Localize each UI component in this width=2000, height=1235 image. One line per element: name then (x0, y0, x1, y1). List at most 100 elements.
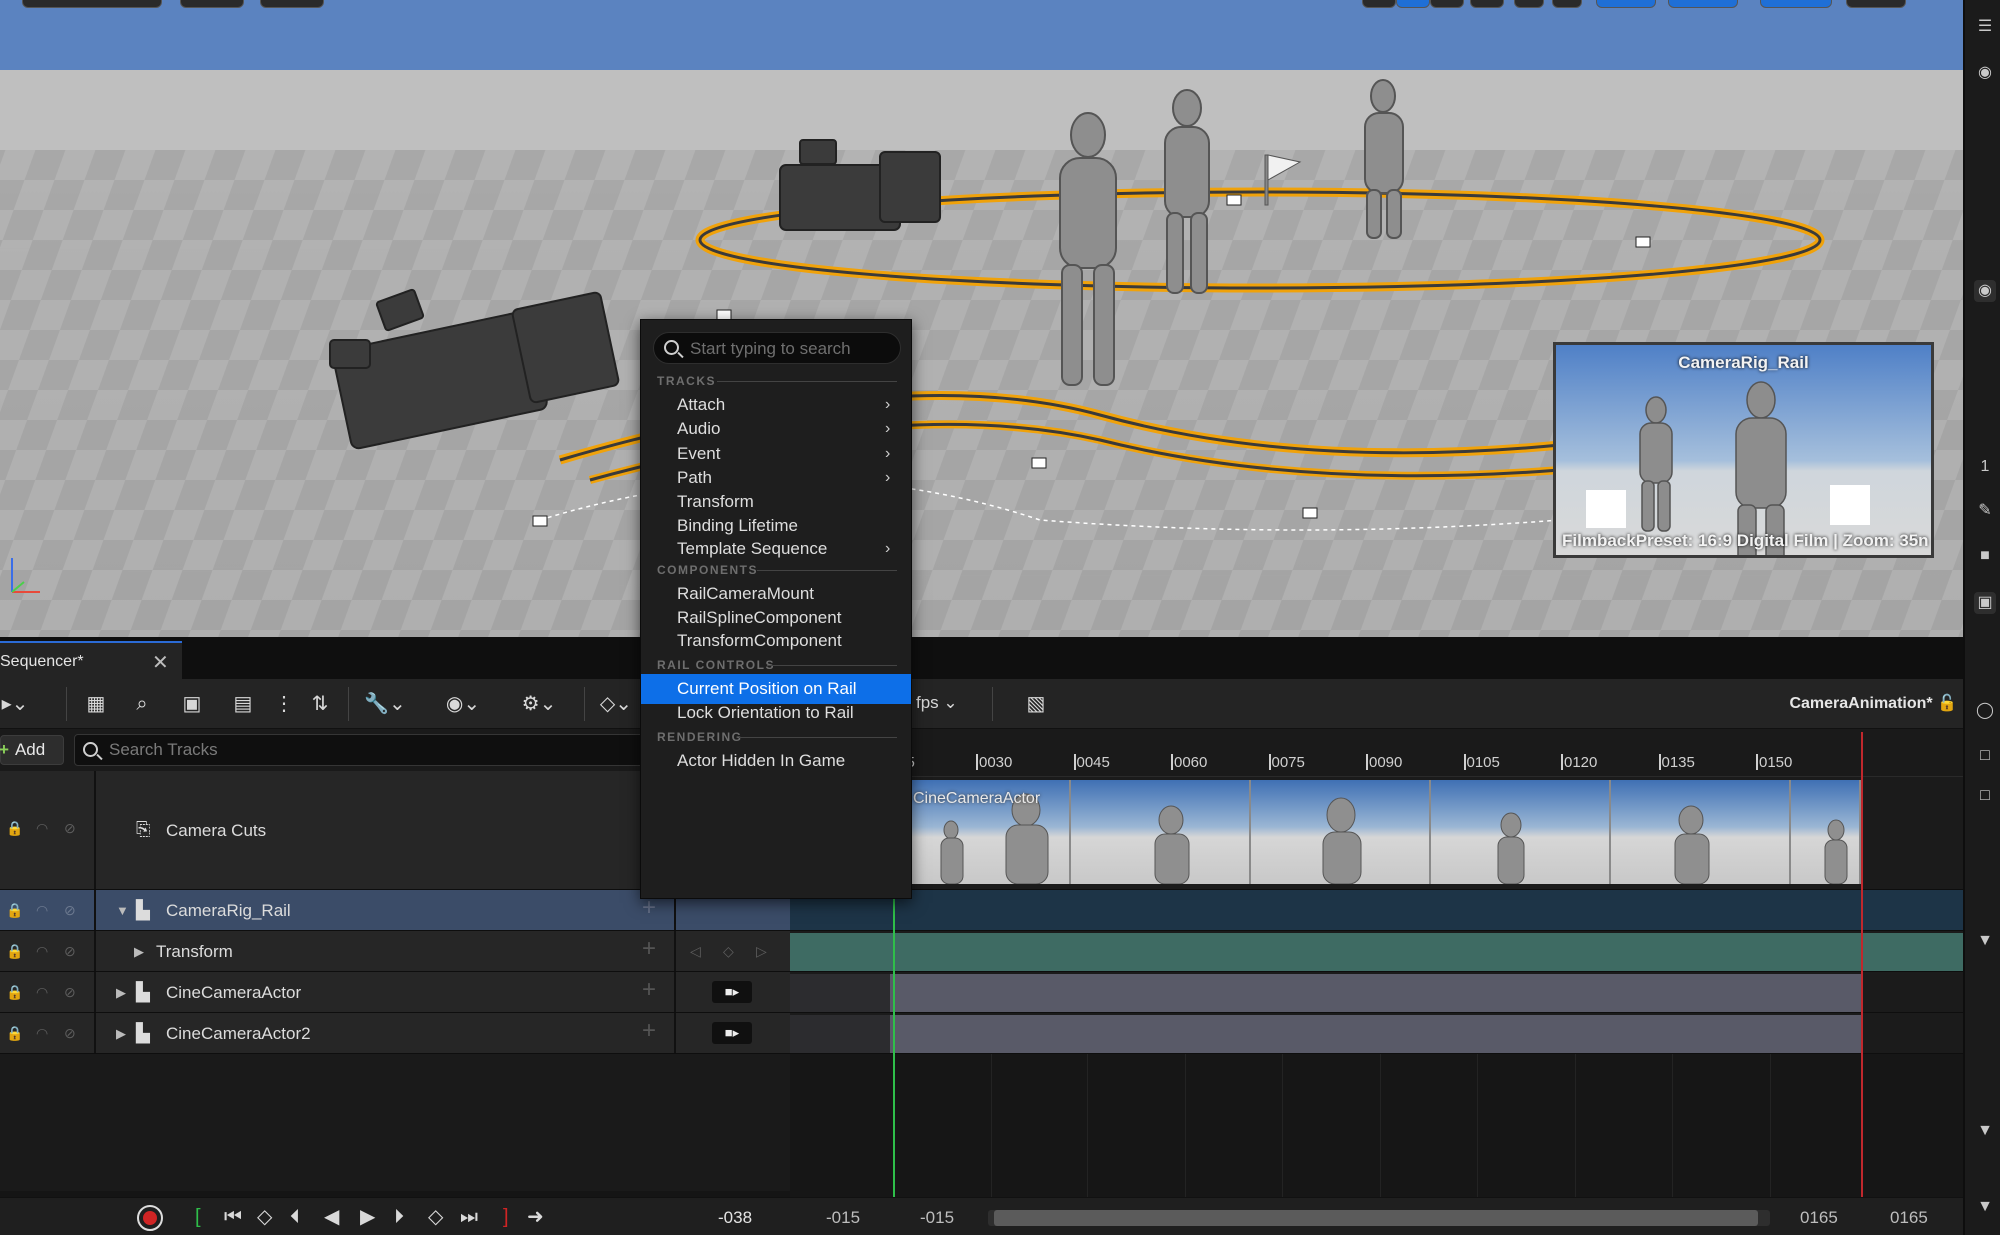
track-area[interactable]: CineCameraActor (790, 732, 1963, 1197)
add-key-icon[interactable]: + (642, 935, 656, 963)
level-viewport[interactable]: CameraRig_Rail FilmbackPreset: 16:9 Digi… (0, 0, 1963, 637)
viewport-rotate-snap[interactable] (1668, 0, 1738, 8)
viewport-camera-speed[interactable] (1846, 0, 1906, 8)
square-icon[interactable]: ■ (1974, 545, 1996, 567)
find-in-browser-icon[interactable]: ⌕ (128, 691, 156, 717)
cinecamera-section[interactable] (890, 974, 1861, 1012)
viewport-lit-button[interactable] (260, 0, 324, 8)
box-icon[interactable]: □ (1974, 745, 1996, 767)
menu-item-template-sequence[interactable]: Template Sequence › (641, 534, 911, 564)
working-range-start[interactable]: -015 (920, 1208, 954, 1228)
viewport-perspective-button[interactable] (180, 0, 244, 8)
add-key-diamond-icon[interactable]: ◇ (723, 943, 734, 960)
search-tracks-input[interactable] (109, 740, 709, 760)
lock-icon[interactable]: 🔒 (6, 902, 23, 919)
key-diamond-icon[interactable]: ◇⌄ (596, 691, 636, 717)
box-icon-2[interactable]: □ (1974, 785, 1996, 807)
playback-end-marker[interactable] (1861, 732, 1863, 1197)
cinecamera-lane[interactable] (790, 972, 1963, 1013)
cinecamera2-section[interactable] (890, 1015, 1861, 1053)
menu-item-transformcomponent[interactable]: TransformComponent (641, 626, 911, 656)
panel-icon[interactable]: ▣ (1974, 592, 1996, 614)
scroll-down-icon[interactable]: ▼ (1974, 930, 1996, 952)
scroll-down-icon-2[interactable]: ▼ (1974, 1120, 1996, 1142)
working-range-end[interactable]: 0165 (1890, 1208, 1928, 1228)
mute-icon[interactable]: ⊘ (64, 820, 76, 837)
mute-icon[interactable]: ⊘ (64, 1025, 76, 1042)
track-row-transform[interactable]: 🔒 ◠ ⊘ ▶ Transform + ◁ ◇ ▷ (0, 931, 790, 972)
eye-icon[interactable]: ◉ (1974, 62, 1996, 84)
render-movie-icon[interactable]: ▦ (82, 691, 110, 717)
clapperboard-icon[interactable]: ▤ (228, 691, 258, 717)
record-button[interactable] (137, 1205, 163, 1231)
circle-icon[interactable]: ◯ (1974, 700, 1996, 722)
playback-settings-icon[interactable]: ⇅ (306, 691, 334, 717)
transform-lane[interactable] (790, 931, 1963, 972)
view-range-end[interactable]: 0165 (1800, 1208, 1838, 1228)
next-key-icon[interactable]: ▷ (756, 943, 767, 960)
camera-lock-icon[interactable]: ■▸ (712, 1022, 752, 1044)
menu-search-input[interactable] (690, 339, 890, 359)
jump-to-start-icon[interactable]: ⏮ (224, 1206, 242, 1228)
viewport-tool-1[interactable] (1362, 0, 1396, 8)
frame-rate-selector[interactable]: fps ⌄ (916, 693, 958, 713)
track-row-cinecameraactor[interactable]: 🔒 ◠ ⊘ ▶ ▙ CineCameraActor + ■▸ (0, 972, 790, 1013)
menu-lines-icon[interactable]: ☰ (1974, 16, 1996, 38)
viewport-tool-4[interactable] (1470, 0, 1504, 8)
camera-cut-section[interactable]: CineCameraActor (911, 780, 1861, 884)
track-row-cinecameraactor2[interactable]: 🔒 ◠ ⊘ ▶ ▙ CineCameraActor2 + ■▸ (0, 1013, 790, 1054)
headphones-icon[interactable]: ◠ (36, 902, 48, 919)
play-reverse-icon[interactable]: ◀ (324, 1206, 339, 1228)
viewport-scale-snap[interactable] (1760, 0, 1832, 8)
expand-arrow-icon[interactable]: ▶ (134, 944, 144, 960)
pencil-icon[interactable]: ✎ (1974, 500, 1996, 522)
jump-to-end-icon[interactable]: ⏭ (460, 1206, 478, 1228)
viewport-tool-5[interactable] (1514, 0, 1544, 8)
camera-preview-window[interactable]: CameraRig_Rail FilmbackPreset: 16:9 Digi… (1553, 342, 1934, 558)
lock-icon[interactable]: 🔓 (1937, 695, 1957, 712)
sequence-name[interactable]: CameraAnimation* 🔓 (1789, 693, 1957, 713)
step-forward-icon[interactable]: ⏵ (394, 1206, 404, 1228)
cinecamera2-lane[interactable] (790, 1013, 1963, 1054)
expand-arrow-icon[interactable]: ▶ (116, 985, 126, 1001)
time-ruler[interactable]: 0000015003000450060007500900105012001350… (780, 729, 1963, 777)
visibility-eye-icon[interactable]: ◉ (1974, 280, 1996, 302)
menu-item-actor-hidden-in-game[interactable]: Actor Hidden In Game (641, 746, 911, 776)
scrollbar-thumb[interactable] (994, 1210, 1758, 1226)
wrench-icon[interactable]: 🔧⌄ (360, 691, 410, 717)
previous-key-icon[interactable]: ◇ (257, 1206, 272, 1228)
set-end-bracket-icon[interactable]: ] (503, 1206, 509, 1228)
close-icon[interactable]: ✕ (152, 650, 169, 675)
more-options-icon[interactable]: ⋮ (274, 691, 294, 717)
current-frame-field[interactable]: -038 (718, 1208, 752, 1228)
add-subtrack-icon[interactable]: + (642, 976, 656, 1004)
save-dropdown-icon[interactable]: ▸⌄ (0, 691, 30, 717)
camerarig-lane[interactable] (790, 890, 1963, 931)
menu-item-lock-orientation-to-rail[interactable]: Lock Orientation to Rail (641, 698, 911, 728)
mute-icon[interactable]: ⊘ (64, 943, 76, 960)
viewport-tool-3[interactable] (1430, 0, 1464, 8)
curve-editor-icon[interactable]: ▧ (1020, 691, 1052, 717)
previous-key-icon[interactable]: ◁ (690, 943, 701, 960)
headphones-icon[interactable]: ◠ (36, 984, 48, 1001)
lock-icon[interactable]: 🔒 (6, 943, 23, 960)
headphones-icon[interactable]: ◠ (36, 943, 48, 960)
loop-mode-icon[interactable]: ➜ (527, 1206, 544, 1228)
next-key-icon[interactable]: ◇ (428, 1206, 443, 1228)
camera-icon[interactable]: ▣ (178, 691, 206, 717)
lock-icon[interactable]: 🔒 (6, 984, 23, 1001)
set-start-bracket-icon[interactable]: [ (195, 1206, 201, 1228)
view-range-start[interactable]: -015 (826, 1208, 860, 1228)
camera-lock-icon[interactable]: ■▸ (712, 981, 752, 1003)
menu-search-field[interactable] (653, 332, 901, 364)
add-subtrack-icon[interactable]: + (642, 1017, 656, 1045)
scroll-down-icon-3[interactable]: ▼ (1974, 1196, 1996, 1218)
mute-icon[interactable]: ⊘ (64, 984, 76, 1001)
viewport-tool-6[interactable] (1552, 0, 1582, 8)
expand-arrow-icon[interactable]: ▼ (116, 903, 129, 918)
viewport-menu-button[interactable] (22, 0, 162, 8)
transform-section[interactable] (790, 933, 1963, 971)
view-eye-icon[interactable]: ◉⌄ (436, 691, 490, 717)
viewport-snap-toggle[interactable] (1596, 0, 1656, 8)
headphones-icon[interactable]: ◠ (36, 1025, 48, 1042)
